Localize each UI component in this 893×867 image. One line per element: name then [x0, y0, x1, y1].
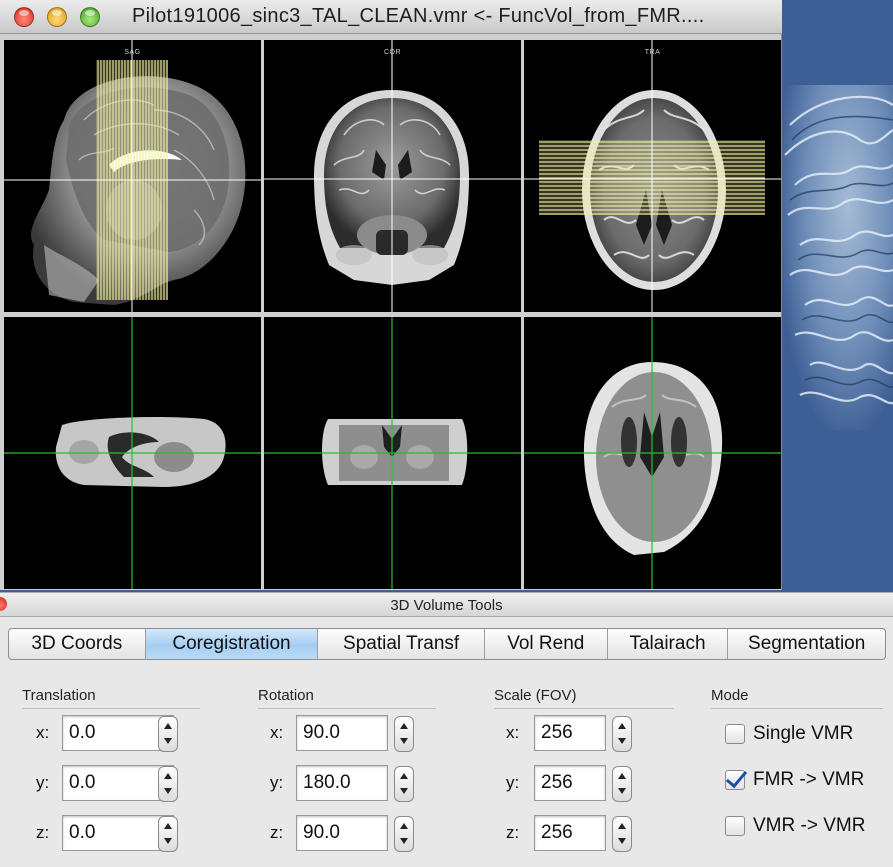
axis-x-label: x:	[506, 723, 520, 742]
single-vmr-label: Single VMR	[753, 723, 854, 744]
stepper-down-icon[interactable]	[159, 734, 177, 751]
scale-y-stepper[interactable]	[612, 766, 632, 802]
tab-spatial-transf[interactable]: Spatial Transf	[318, 629, 485, 659]
vmr-viewer-window: Pilot191006_sinc3_TAL_CLEAN.vmr <- FuncV…	[0, 0, 782, 590]
rotation-x-input[interactable]	[296, 715, 388, 751]
scale-z-stepper[interactable]	[612, 816, 632, 852]
mode-single-vmr-option[interactable]: Single VMR	[725, 721, 853, 747]
stepper-down-icon[interactable]	[613, 834, 631, 851]
axis-y-label: y:	[36, 773, 50, 792]
vmr-to-vmr-label: VMR -> VMR	[753, 815, 866, 836]
tab-vol-rend[interactable]: Vol Rend	[485, 629, 608, 659]
pane-orientation-label: COR	[383, 49, 402, 56]
pane-orientation-label: TRA	[644, 49, 661, 56]
sagittal-functional-view[interactable]	[4, 317, 261, 589]
coronal-functional-view[interactable]	[264, 317, 521, 589]
stepper-down-icon[interactable]	[395, 784, 413, 801]
window-zoom-button[interactable]	[80, 7, 100, 27]
axis-z-label: z:	[270, 823, 284, 842]
fmr-to-vmr-checkbox[interactable]	[725, 770, 745, 790]
group-divider	[711, 708, 883, 709]
window-title: Pilot191006_sinc3_TAL_CLEAN.vmr <- FuncV…	[132, 5, 705, 27]
rotation-y-input[interactable]	[296, 765, 388, 801]
stepper-up-icon[interactable]	[159, 817, 177, 834]
tab-segmentation[interactable]: Segmentation	[728, 629, 885, 659]
transverse-functional-view[interactable]	[524, 317, 781, 589]
vmr-to-vmr-checkbox[interactable]	[725, 816, 745, 836]
volume-tools-panel: 3D Volume Tools 3D Coords Coregistration…	[0, 592, 893, 867]
mode-fmr-to-vmr-option[interactable]: FMR -> VMR	[725, 767, 864, 793]
translation-z-stepper[interactable]	[158, 816, 178, 852]
stepper-up-icon[interactable]	[395, 717, 413, 734]
group-divider	[22, 708, 200, 709]
pane-orientation-label: SAG	[124, 49, 141, 56]
coronal-anatomical-view[interactable]: COR	[264, 40, 521, 312]
window-close-button[interactable]	[14, 7, 34, 27]
stepper-up-icon[interactable]	[159, 767, 177, 784]
tools-titlebar[interactable]: 3D Volume Tools	[0, 592, 893, 617]
rotation-y-stepper[interactable]	[394, 766, 414, 802]
stepper-down-icon[interactable]	[395, 734, 413, 751]
stepper-up-icon[interactable]	[613, 717, 631, 734]
scale-x-stepper[interactable]	[612, 716, 632, 752]
scale-x-input[interactable]	[534, 715, 606, 751]
fmr-to-vmr-label: FMR -> VMR	[753, 769, 865, 790]
window-minimize-button[interactable]	[47, 7, 67, 27]
stepper-up-icon[interactable]	[395, 767, 413, 784]
desktop-brain-relief	[780, 85, 893, 430]
rotation-z-input[interactable]	[296, 815, 388, 851]
translation-x-stepper[interactable]	[158, 716, 178, 752]
stepper-down-icon[interactable]	[159, 784, 177, 801]
axis-y-label: y:	[506, 773, 520, 792]
axis-z-label: z:	[506, 823, 520, 842]
group-divider	[494, 708, 674, 709]
stepper-down-icon[interactable]	[613, 734, 631, 751]
translation-y-stepper[interactable]	[158, 766, 178, 802]
tab-coregistration[interactable]: Coregistration	[145, 629, 319, 659]
group-divider	[258, 708, 436, 709]
mode-title: Mode	[711, 687, 749, 704]
mode-vmr-to-vmr-option[interactable]: VMR -> VMR	[725, 813, 865, 839]
rotation-x-stepper[interactable]	[394, 716, 414, 752]
axis-x-label: x:	[36, 723, 50, 742]
rotation-title: Rotation	[258, 687, 314, 704]
tools-tabbar: 3D Coords Coregistration Spatial Transf …	[8, 628, 886, 660]
stepper-down-icon[interactable]	[395, 834, 413, 851]
tab-3d-coords[interactable]: 3D Coords	[9, 629, 146, 659]
scale-title: Scale (FOV)	[494, 687, 577, 704]
axis-y-label: y:	[270, 773, 284, 792]
axis-x-label: x:	[270, 723, 284, 742]
stepper-up-icon[interactable]	[159, 717, 177, 734]
tab-talairach[interactable]: Talairach	[608, 629, 729, 659]
axis-z-label: z:	[36, 823, 50, 842]
stepper-up-icon[interactable]	[613, 767, 631, 784]
sagittal-anatomical-view[interactable]: SAG	[4, 40, 261, 312]
scale-y-input[interactable]	[534, 765, 606, 801]
stepper-up-icon[interactable]	[395, 817, 413, 834]
stepper-down-icon[interactable]	[613, 784, 631, 801]
translation-title: Translation	[22, 687, 96, 704]
stepper-down-icon[interactable]	[159, 834, 177, 851]
viewer-titlebar[interactable]: Pilot191006_sinc3_TAL_CLEAN.vmr <- FuncV…	[0, 0, 782, 34]
rotation-z-stepper[interactable]	[394, 816, 414, 852]
stepper-up-icon[interactable]	[613, 817, 631, 834]
scale-z-input[interactable]	[534, 815, 606, 851]
transverse-anatomical-view[interactable]: TRA	[524, 40, 781, 312]
tools-title: 3D Volume Tools	[390, 597, 503, 614]
single-vmr-checkbox[interactable]	[725, 724, 745, 744]
